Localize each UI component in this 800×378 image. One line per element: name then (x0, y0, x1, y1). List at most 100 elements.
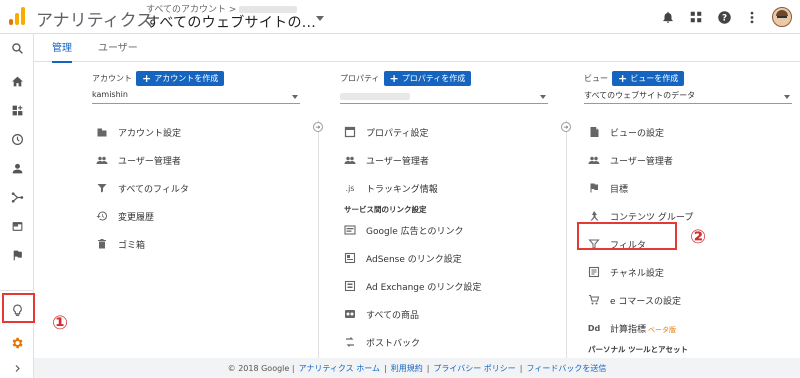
users-icon (96, 154, 108, 166)
goals-item[interactable]: 目標 (584, 174, 792, 202)
bell-icon[interactable] (660, 9, 676, 25)
tracking-info-item[interactable]: .js トラッキング情報 (340, 174, 548, 202)
side-nav (0, 34, 34, 378)
copyright: © 2018 Google | (227, 363, 295, 373)
product-linking-heading: サービス間のリンク設定 (344, 204, 427, 214)
account-user-management-item[interactable]: ユーザー管理者 (92, 146, 300, 174)
filter-icon (96, 182, 108, 194)
beta-badge: ベータ版 (648, 325, 677, 334)
tab-admin[interactable]: 管理 (52, 39, 72, 63)
column-divider (318, 120, 319, 358)
item-label: すべての商品 (366, 310, 420, 321)
apps-grid-icon[interactable] (688, 9, 704, 25)
calculated-metrics-item[interactable]: Dd 計算指標 ベータ版 (584, 314, 792, 342)
footer-link-terms[interactable]: 利用規約 (391, 363, 423, 374)
create-account-button[interactable]: + アカウントを作成 (136, 71, 225, 86)
trash-item[interactable]: ゴミ箱 (92, 230, 300, 258)
view-select[interactable]: すべてのウェブサイトのデータ (584, 90, 792, 104)
search-icon[interactable] (0, 34, 34, 62)
account-select[interactable]: kamishin (92, 90, 300, 104)
channel-icon (588, 266, 600, 278)
item-label: すべてのフィルタ (118, 184, 189, 195)
divider (0, 290, 34, 291)
top-bar: アナリティクス すべてのアカウント > すべてのウェブサイトの... ? (0, 0, 800, 34)
behavior-icon[interactable] (0, 212, 34, 240)
footer-link-feedback[interactable]: フィードバックを送信 (527, 363, 607, 374)
account-settings-item[interactable]: アカウント設定 (92, 118, 300, 146)
footer-link-privacy[interactable]: プライバシー ポリシー (433, 363, 515, 374)
item-label: ユーザー管理者 (118, 156, 181, 167)
adsense-link-item[interactable]: AdSense のリンク設定 (340, 244, 548, 272)
arrow-right-icon: ➜ (561, 122, 571, 132)
item-label: ゴミ箱 (118, 240, 146, 251)
create-property-label: プロパティを作成 (401, 74, 466, 83)
help-icon[interactable]: ? (716, 9, 732, 25)
ad-exchange-link-item[interactable]: Ad Exchange のリンク設定 (340, 272, 548, 300)
dropdown-arrow-icon (292, 95, 298, 99)
item-label: ユーザー管理者 (610, 156, 673, 167)
adsense-icon (344, 252, 356, 264)
item-label: 計算指標 (610, 324, 647, 335)
users-icon (344, 154, 356, 166)
channel-settings-item[interactable]: チャネル設定 (584, 258, 792, 286)
postback-item[interactable]: ポストバック (340, 328, 548, 356)
app-title: アナリティクス (36, 11, 154, 31)
column-divider (566, 120, 567, 358)
ecommerce-settings-item[interactable]: e コマースの設定 (584, 286, 792, 314)
chevron-down-icon[interactable] (316, 16, 324, 21)
create-property-button[interactable]: + プロパティを作成 (383, 71, 472, 86)
property-select[interactable] (340, 90, 548, 104)
property-settings-item[interactable]: プロパティ設定 (340, 118, 548, 146)
clock-icon[interactable] (0, 125, 34, 153)
trash-icon (96, 238, 108, 250)
item-label: Ad Exchange のリンク設定 (366, 282, 482, 293)
all-filters-item[interactable]: すべてのフィルタ (92, 174, 300, 202)
js-icon: .js (345, 183, 355, 193)
item-label: e コマースの設定 (610, 296, 681, 307)
footer-separator: | (384, 363, 387, 373)
item-label: 目標 (610, 184, 629, 195)
home-icon[interactable] (0, 67, 34, 95)
document-icon (588, 126, 600, 138)
account-label: アカウント (92, 74, 132, 83)
plus-icon: + (142, 71, 152, 85)
person-icon[interactable] (0, 154, 34, 182)
plus-icon: + (618, 71, 628, 85)
item-label: コンテンツ グループ (610, 212, 694, 223)
gear-icon[interactable] (0, 329, 34, 357)
admin-content: アカウント + アカウントを作成 kamishin アカウント設定 ユーザー管理者… (34, 62, 800, 358)
avatar[interactable] (772, 7, 792, 27)
personal-tools-heading: パーソナル ツールとアセット (588, 344, 688, 354)
property-selector[interactable]: すべてのウェブサイトの... (146, 12, 316, 32)
tab-users[interactable]: ユーザー (98, 39, 138, 61)
item-label: アカウント設定 (118, 128, 182, 139)
content-group-icon (588, 210, 600, 222)
change-history-item[interactable]: 変更履歴 (92, 202, 300, 230)
create-view-button[interactable]: + ビューを作成 (612, 71, 685, 86)
all-products-item[interactable]: すべての商品 (340, 300, 548, 328)
view-selected: すべてのウェブサイトのデータ (584, 91, 696, 100)
property-user-management-item[interactable]: ユーザー管理者 (340, 146, 548, 174)
dashboard-icon[interactable] (0, 96, 34, 124)
footer-separator: | (519, 363, 523, 373)
item-label: チャネル設定 (610, 268, 664, 279)
item-label: ビューの設定 (610, 128, 665, 139)
analytics-logo-icon[interactable] (9, 7, 25, 25)
google-ads-link-item[interactable]: Google 広告とのリンク (340, 216, 548, 244)
view-settings-item[interactable]: ビューの設定 (584, 118, 792, 146)
gear-highlight-box (2, 293, 35, 323)
plus-icon: + (389, 71, 399, 85)
footer: © 2018 Google | アナリティクス ホーム | 利用規約 | プライバシ… (34, 358, 800, 378)
account-selected: kamishin (92, 90, 128, 99)
flag-icon[interactable] (0, 241, 34, 269)
item-label: ユーザー管理者 (366, 156, 429, 167)
acquisition-icon[interactable] (0, 183, 34, 211)
users-icon (588, 154, 600, 166)
footer-link-home[interactable]: アナリティクス ホーム (299, 363, 380, 374)
item-label: ポストバック (366, 338, 421, 349)
more-vert-icon[interactable] (744, 9, 760, 25)
item-label: プロパティ設定 (366, 128, 429, 139)
view-user-management-item[interactable]: ユーザー管理者 (584, 146, 792, 174)
expand-icon[interactable] (0, 358, 34, 378)
property-settings-icon (344, 126, 356, 138)
